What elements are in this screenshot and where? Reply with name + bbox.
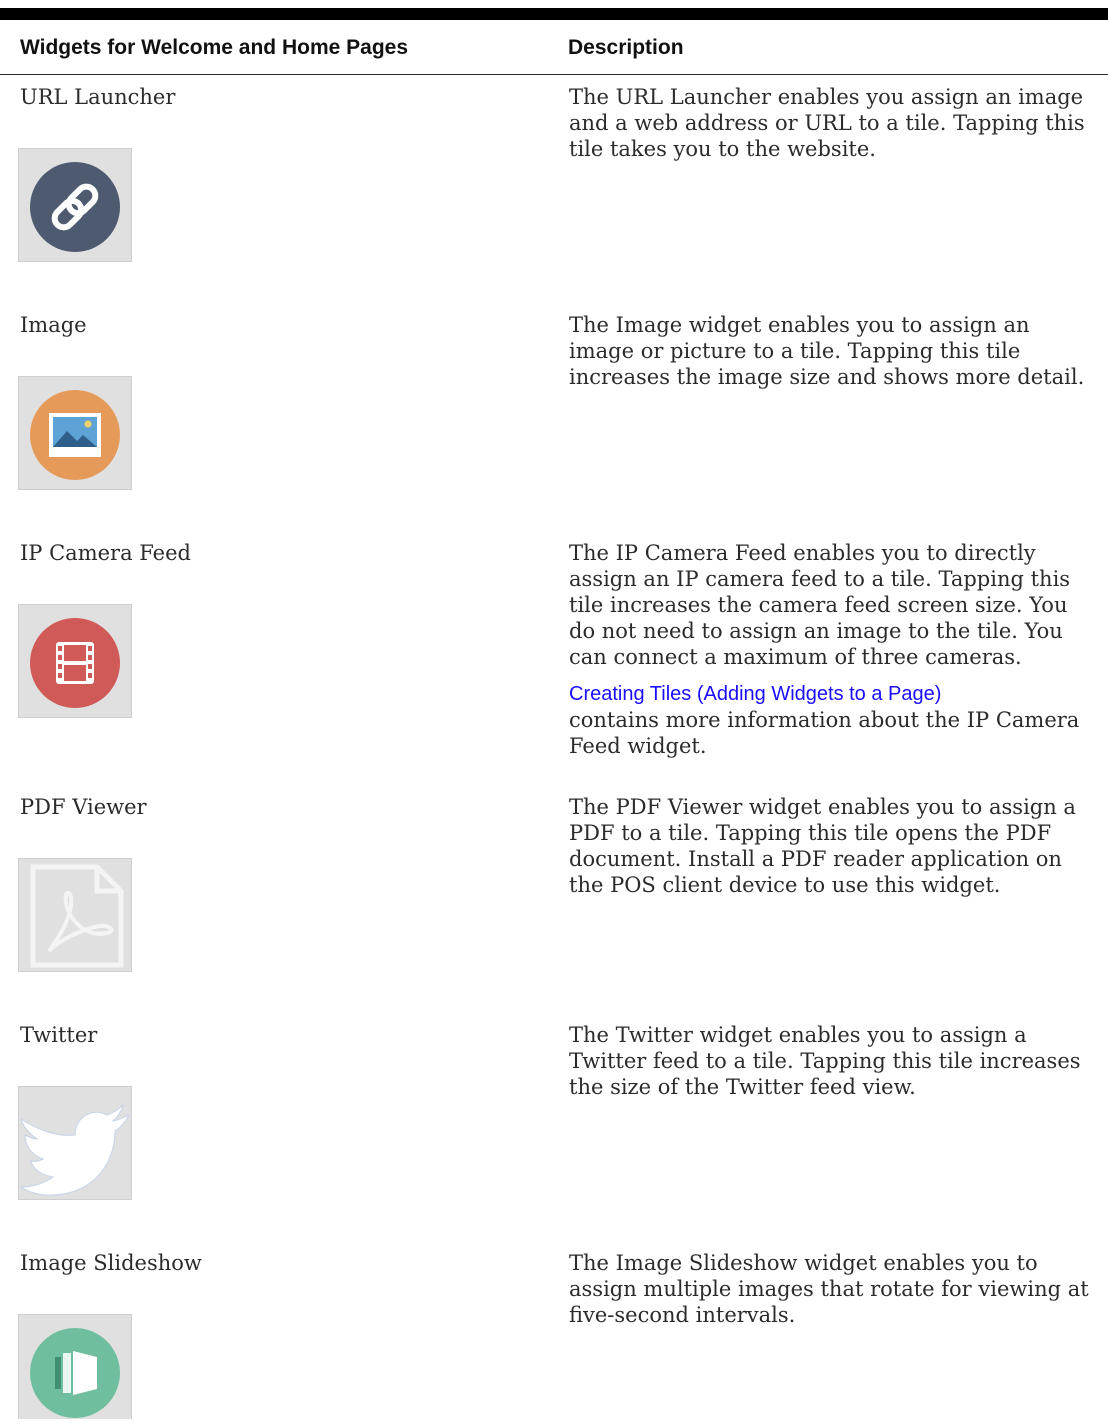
widget-description: The PDF Viewer widget enables you to ass… [569,794,1099,898]
widget-description: The Twitter widget enables you to assign… [569,1022,1099,1100]
widget-name: Image Slideshow [20,1251,202,1275]
column-header-description: Description [568,36,684,59]
widget-tile [18,148,132,262]
table-header: Widgets for Welcome and Home Pages Descr… [0,20,1108,75]
widget-name: PDF Viewer [20,795,147,819]
description-text: The Twitter widget enables you to assign… [569,1023,1081,1099]
widget-name: URL Launcher [20,85,176,109]
top-rule [0,8,1108,20]
table-row: Image Slideshow The Image Slideshow widg… [0,1250,1108,1420]
widget-description: The IP Camera Feed enables you to direct… [569,540,1099,759]
widget-description: The Image widget enables you to assign a… [569,312,1099,390]
pdf-icon [30,864,124,968]
widget-name: IP Camera Feed [20,541,191,565]
table-row: Image The Image widget enables you to as… [0,312,1108,512]
widget-tile [18,858,132,972]
description-text: The Image Slideshow widget enables you t… [569,1251,1089,1327]
creating-tiles-link[interactable]: Creating Tiles (Adding Widgets to a Page… [569,683,941,705]
description-text: The IP Camera Feed enables you to direct… [569,541,1071,669]
widget-tile [18,1314,132,1419]
widget-description: The URL Launcher enables you assign an i… [569,84,1099,162]
widget-name: Image [20,313,87,337]
widget-tile [18,376,132,490]
widget-tile [18,604,132,718]
table-row: URL Launcher The URL Launcher enables yo… [0,84,1108,284]
widget-description: The Image Slideshow widget enables you t… [569,1250,1099,1328]
description-text: The Image widget enables you to assign a… [569,313,1085,389]
link-icon [30,162,120,252]
description-text: The URL Launcher enables you assign an i… [569,85,1085,161]
description-text: The PDF Viewer widget enables you to ass… [569,795,1076,897]
twitter-bird-icon [19,1103,131,1196]
description-link-paragraph: Creating Tiles (Adding Widgets to a Page… [569,680,1099,759]
slideshow-icon [30,1328,120,1418]
picture-icon [30,390,120,480]
table-row: IP Camera Feed The IP Camera Feed enable… [0,540,1108,780]
table-row: PDF Viewer The PDF Viewer widget enables… [0,794,1108,994]
widget-name: Twitter [20,1023,98,1047]
table-row: Twitter The Twitter widget enables you t… [0,1022,1108,1222]
column-header-widgets: Widgets for Welcome and Home Pages [20,36,409,59]
description-link-suffix: contains more information about the IP C… [569,708,1080,758]
film-icon [30,618,120,708]
widget-tile [18,1086,132,1200]
